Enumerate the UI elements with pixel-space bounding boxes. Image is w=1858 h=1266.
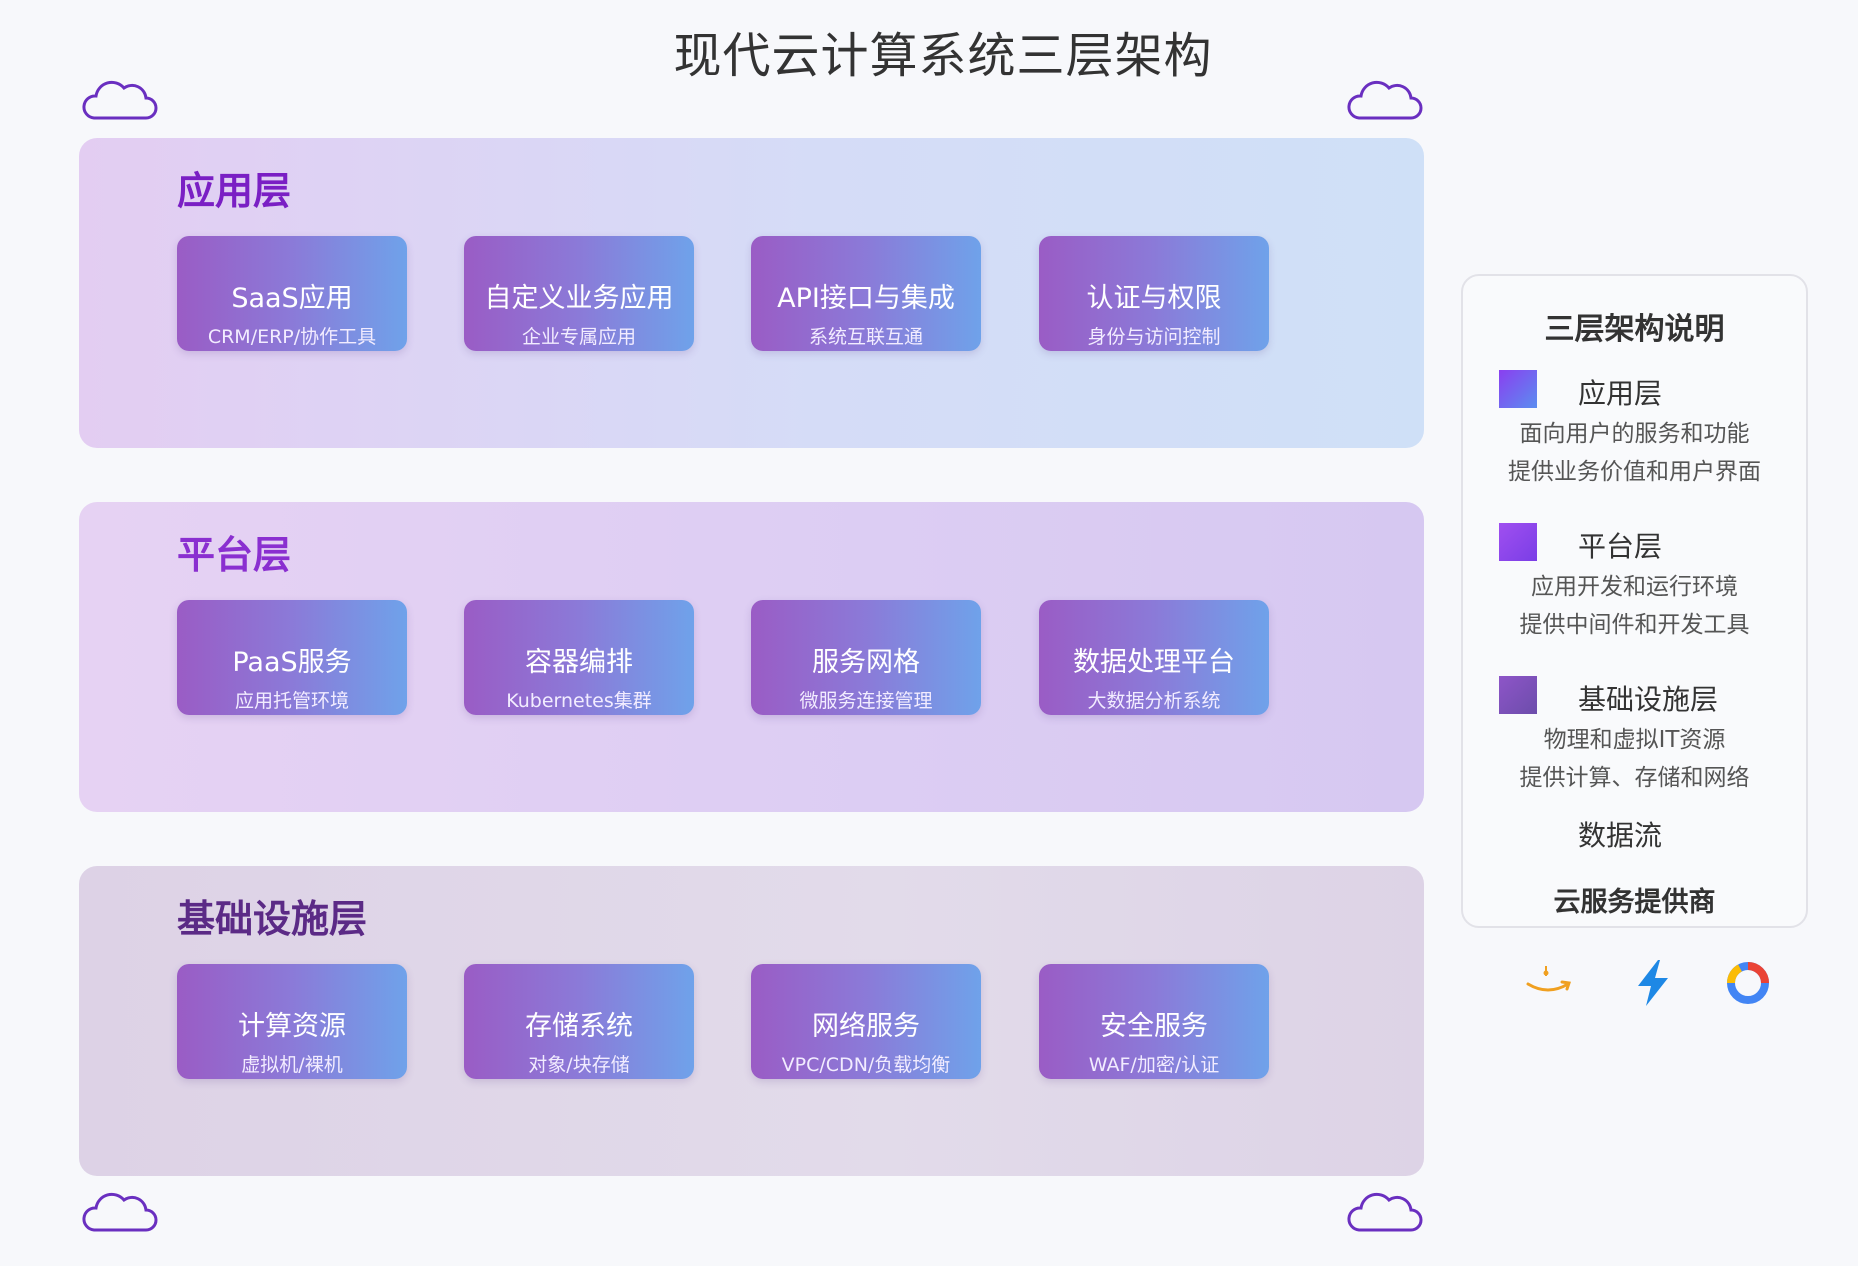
card-paas[interactable]: PaaS服务 应用托管环境 bbox=[177, 600, 407, 715]
legend-swatch-platform bbox=[1499, 523, 1537, 561]
layer-title: 应用层 bbox=[177, 169, 292, 213]
legend-item-desc: 提供中间件和开发工具 bbox=[1519, 612, 1750, 638]
legend-item-desc: 面向用户的服务和功能 bbox=[1519, 421, 1750, 447]
card-title: 服务网格 bbox=[812, 647, 920, 678]
card-subtitle: 身份与访问控制 bbox=[1087, 326, 1221, 348]
card-title: 安全服务 bbox=[1100, 1011, 1208, 1042]
card-security[interactable]: 安全服务 WAF/加密/认证 bbox=[1039, 964, 1269, 1079]
legend-item-desc: 物理和虚拟IT资源 bbox=[1543, 727, 1726, 753]
lightning-icon bbox=[1638, 960, 1668, 1006]
card-title: 存储系统 bbox=[525, 1011, 633, 1042]
card-title: 容器编排 bbox=[525, 647, 633, 678]
cloud-icon bbox=[1347, 1192, 1423, 1232]
card-subtitle: 微服务连接管理 bbox=[799, 690, 933, 712]
card-subtitle: WAF/加密/认证 bbox=[1088, 1054, 1220, 1076]
legend-providers-label: 云服务提供商 bbox=[1553, 887, 1716, 918]
page-title: 现代云计算系统三层架构 bbox=[673, 28, 1213, 84]
legend-panel: 三层架构说明 应用层 面向用户的服务和功能 提供业务价值和用户界面 平台层 应用… bbox=[1461, 274, 1808, 928]
card-auth[interactable]: 认证与权限 身份与访问控制 bbox=[1039, 236, 1269, 351]
card-subtitle: 对象/块存储 bbox=[528, 1054, 630, 1076]
card-title: SaaS应用 bbox=[231, 283, 353, 314]
google-cloud-icon bbox=[1727, 962, 1769, 1004]
legend-item-desc: 应用开发和运行环境 bbox=[1531, 574, 1738, 600]
layer-title: 基础设施层 bbox=[177, 897, 368, 941]
cloud-icon bbox=[1347, 80, 1423, 120]
legend-title: 三层架构说明 bbox=[1544, 312, 1725, 347]
card-compute[interactable]: 计算资源 虚拟机/裸机 bbox=[177, 964, 407, 1079]
legend-item-name: 平台层 bbox=[1578, 530, 1663, 563]
card-subtitle: 企业专属应用 bbox=[521, 326, 636, 348]
card-title: 计算资源 bbox=[238, 1011, 346, 1042]
cloud-icon bbox=[82, 80, 158, 120]
amazon-smile-icon bbox=[1526, 966, 1571, 992]
card-title: 网络服务 bbox=[812, 1011, 920, 1042]
card-subtitle: 系统互联互通 bbox=[808, 326, 923, 348]
card-subtitle: CRM/ERP/协作工具 bbox=[207, 326, 377, 348]
card-subtitle: 大数据分析系统 bbox=[1087, 690, 1221, 712]
cloud-icon bbox=[82, 1192, 158, 1232]
legend-item-desc: 提供计算、存储和网络 bbox=[1519, 765, 1750, 791]
card-service-mesh[interactable]: 服务网格 微服务连接管理 bbox=[751, 600, 981, 715]
card-title: PaaS服务 bbox=[232, 647, 352, 678]
card-container-orchestration[interactable]: 容器编排 Kubernetes集群 bbox=[464, 600, 694, 715]
card-subtitle: Kubernetes集群 bbox=[506, 690, 652, 712]
card-custom-apps[interactable]: 自定义业务应用 企业专属应用 bbox=[464, 236, 694, 351]
card-data-processing[interactable]: 数据处理平台 大数据分析系统 bbox=[1039, 600, 1269, 715]
card-title: 认证与权限 bbox=[1086, 283, 1222, 314]
card-title: API接口与集成 bbox=[777, 283, 955, 314]
card-api-integration[interactable]: API接口与集成 系统互联互通 bbox=[751, 236, 981, 351]
legend-item-desc: 提供业务价值和用户界面 bbox=[1508, 459, 1761, 485]
legend-item-name: 应用层 bbox=[1578, 377, 1663, 410]
legend-data-flow: 数据流 bbox=[1578, 819, 1663, 852]
application-layer: 应用层 SaaS应用 CRM/ERP/协作工具 自定义业务应用 企业专属应用 A… bbox=[79, 138, 1424, 448]
card-storage[interactable]: 存储系统 对象/块存储 bbox=[464, 964, 694, 1079]
legend-item-name: 基础设施层 bbox=[1578, 683, 1719, 716]
layer-title: 平台层 bbox=[177, 533, 292, 577]
card-subtitle: VPC/CDN/负载均衡 bbox=[781, 1054, 951, 1076]
card-subtitle: 虚拟机/裸机 bbox=[241, 1054, 343, 1076]
legend-swatch-infrastructure bbox=[1499, 676, 1537, 714]
infrastructure-layer: 基础设施层 计算资源 虚拟机/裸机 存储系统 对象/块存储 网络服务 VPC/C… bbox=[79, 866, 1424, 1176]
legend-swatch-application bbox=[1499, 370, 1537, 408]
platform-layer: 平台层 PaaS服务 应用托管环境 容器编排 Kubernetes集群 服务网格… bbox=[79, 502, 1424, 812]
card-saas[interactable]: SaaS应用 CRM/ERP/协作工具 bbox=[177, 236, 407, 351]
card-network[interactable]: 网络服务 VPC/CDN/负载均衡 bbox=[751, 964, 981, 1079]
card-title: 数据处理平台 bbox=[1073, 647, 1235, 678]
card-title: 自定义业务应用 bbox=[484, 283, 674, 314]
card-subtitle: 应用托管环境 bbox=[234, 690, 349, 712]
